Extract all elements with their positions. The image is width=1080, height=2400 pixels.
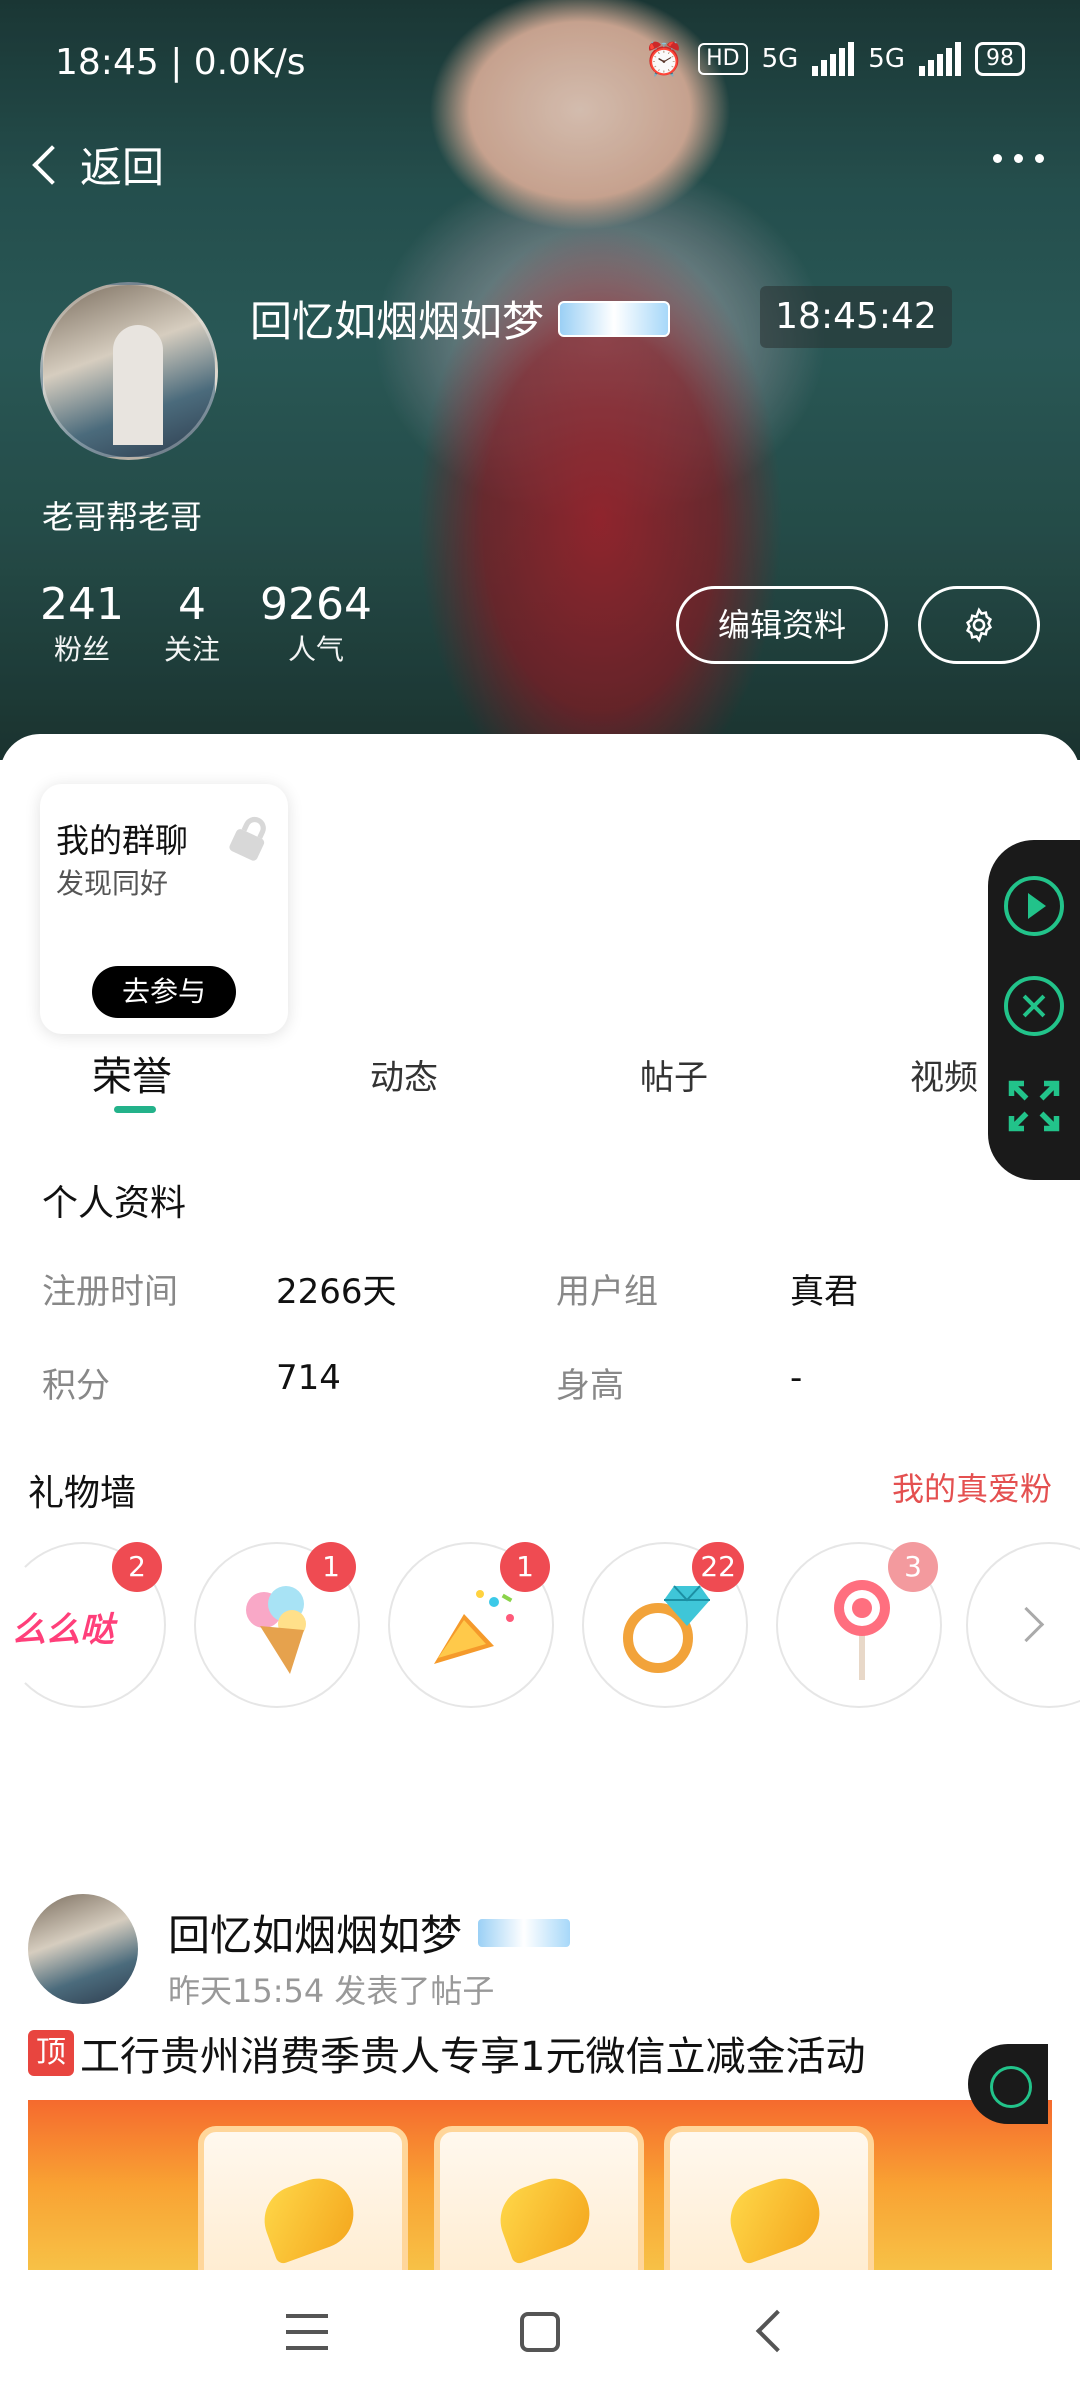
gift-count-badge: 1 (306, 1542, 356, 1592)
stat-label: 粉丝 (53, 633, 110, 666)
system-nav-bar (0, 2274, 1080, 2400)
stat-value: 241 (40, 579, 124, 630)
gift-wall-list: 么么哒 2 1 1 22 3 (0, 1542, 1080, 1712)
profile-stats: 241 粉丝 4 关注 9264 人气 (40, 578, 412, 668)
height-value: - (790, 1358, 803, 1398)
status-time: 18:45 | 0.0K/s (55, 42, 306, 83)
back-label: 返回 (80, 143, 165, 192)
pinned-tag: 顶 (28, 2030, 74, 2076)
group-chat-card[interactable]: 我的群聊 发现同好 去参与 (40, 784, 288, 1034)
floating-clock: 18:45:42 (760, 286, 952, 348)
post-title-row: 顶 工行贵州消费季贵人专享1元微信立减金活动 (28, 2024, 865, 2082)
stat-value: 4 (177, 579, 206, 630)
slot-reel (434, 2126, 644, 2270)
top-nav: 返回 (0, 130, 1080, 200)
play-icon[interactable] (968, 2044, 1048, 2124)
network-5g-label-2: 5G (868, 44, 905, 74)
group-card-title: 我的群聊 (56, 821, 188, 860)
gift-item[interactable]: 1 (388, 1542, 554, 1708)
post-author-name[interactable]: 回忆如烟烟如梦 (168, 1902, 462, 1963)
profile-avatar[interactable] (40, 282, 218, 460)
gift-item[interactable]: 1 (194, 1542, 360, 1708)
status-bar: 18:45 | 0.0K/s ⏰ HD 5G 5G 98 (0, 0, 1080, 120)
gift-count-badge: 3 (888, 1542, 938, 1592)
true-fans-link[interactable]: 我的真爱粉 (892, 1464, 1052, 1510)
home-icon[interactable] (520, 2312, 560, 2352)
active-tab-indicator (114, 1106, 156, 1113)
post-image[interactable] (28, 2100, 1052, 2270)
register-time-label: 注册时间 (42, 1272, 178, 1312)
gift-item[interactable]: 么么哒 2 (0, 1542, 166, 1708)
post-meta: 昨天15:54 发表了帖子 (168, 1972, 495, 2010)
gift-wall-title: 礼物墙 (28, 1473, 137, 1514)
slot-reel (198, 2126, 408, 2270)
ice-cream-icon (246, 1586, 306, 1674)
post-author-avatar[interactable] (28, 1894, 138, 2004)
back-button[interactable]: 返回 (26, 134, 164, 195)
gear-icon (965, 607, 993, 643)
lollipop-icon (834, 1580, 890, 1680)
tab-videos[interactable]: 视频 (910, 1050, 978, 1099)
floating-media-controls (988, 840, 1080, 1180)
stat-fans[interactable]: 241 粉丝 (40, 578, 124, 668)
signal-icon-2 (919, 42, 961, 76)
stat-label: 人气 (287, 633, 344, 666)
register-time-value: 2266天 (276, 1272, 397, 1312)
text-badge-gift-icon: 么么哒 (12, 1610, 114, 1650)
close-icon[interactable] (1004, 976, 1064, 1036)
gift-count-badge: 1 (500, 1542, 550, 1592)
status-icons: ⏰ HD 5G 5G 98 (644, 40, 1025, 78)
more-options-icon[interactable] (993, 154, 1044, 163)
profile-tabs: 荣誉 动态 帖子 视频 (0, 1046, 1080, 1126)
lock-icon (229, 816, 266, 861)
battery-icon: 98 (975, 42, 1025, 76)
gift-item[interactable]: 22 (582, 1542, 748, 1708)
edit-profile-button[interactable]: 编辑资料 (676, 586, 888, 664)
stat-following[interactable]: 4 关注 (164, 578, 220, 668)
hd-icon: HD (698, 43, 748, 75)
gift-item[interactable]: 3 (776, 1542, 942, 1708)
height-label: 身高 (556, 1366, 624, 1406)
stat-popularity[interactable]: 9264 人气 (260, 578, 372, 668)
profile-username: 回忆如烟烟如梦 (250, 297, 545, 346)
network-5g-label: 5G (761, 44, 799, 74)
slot-reel (664, 2126, 874, 2270)
user-level-badge (558, 300, 671, 337)
gift-count-badge: 22 (692, 1542, 744, 1592)
alarm-icon: ⏰ (644, 40, 685, 78)
tab-posts[interactable]: 帖子 (640, 1050, 708, 1099)
gift-count-badge: 2 (112, 1542, 162, 1592)
post-author-row: 回忆如烟烟如梦 (168, 1902, 573, 1963)
tab-activity[interactable]: 动态 (370, 1050, 438, 1099)
user-group-label: 用户组 (556, 1272, 658, 1312)
tab-honor[interactable]: 荣誉 (92, 1044, 172, 1102)
stat-label: 关注 (163, 633, 220, 666)
points-value: 714 (276, 1358, 341, 1398)
profile-content-sheet: 我的群聊 发现同好 去参与 荣誉 动态 帖子 视频 个人资料 注册时间 2266… (0, 734, 1080, 2274)
profile-username-row: 回忆如烟烟如梦 (250, 288, 671, 349)
personal-info-title: 个人资料 (42, 1183, 187, 1224)
stat-value: 9264 (260, 579, 372, 630)
party-popper-icon (434, 1590, 514, 1664)
signal-icon (812, 42, 855, 76)
chevron-left-icon (32, 144, 72, 185)
group-card-subtitle: 发现同好 (56, 867, 169, 900)
expand-icon[interactable] (1004, 1076, 1064, 1136)
profile-page: 18:45 | 0.0K/s ⏰ HD 5G 5G 98 返回 回忆如烟烟如梦 … (0, 0, 1080, 2400)
settings-button[interactable] (918, 586, 1040, 664)
points-label: 积分 (42, 1366, 110, 1406)
gift-wall-next-button[interactable] (966, 1542, 1080, 1708)
user-level-badge (476, 1916, 573, 1949)
post-title[interactable]: 工行贵州消费季贵人专享1元微信立减金活动 (80, 2024, 865, 2082)
back-nav-icon[interactable] (755, 2309, 799, 2353)
menu-icon[interactable] (286, 2314, 328, 2350)
user-group-value: 真君 (790, 1272, 858, 1312)
profile-nickname: 老哥帮老哥 (42, 498, 203, 536)
play-icon[interactable] (1004, 876, 1064, 936)
join-group-button[interactable]: 去参与 (92, 966, 236, 1018)
